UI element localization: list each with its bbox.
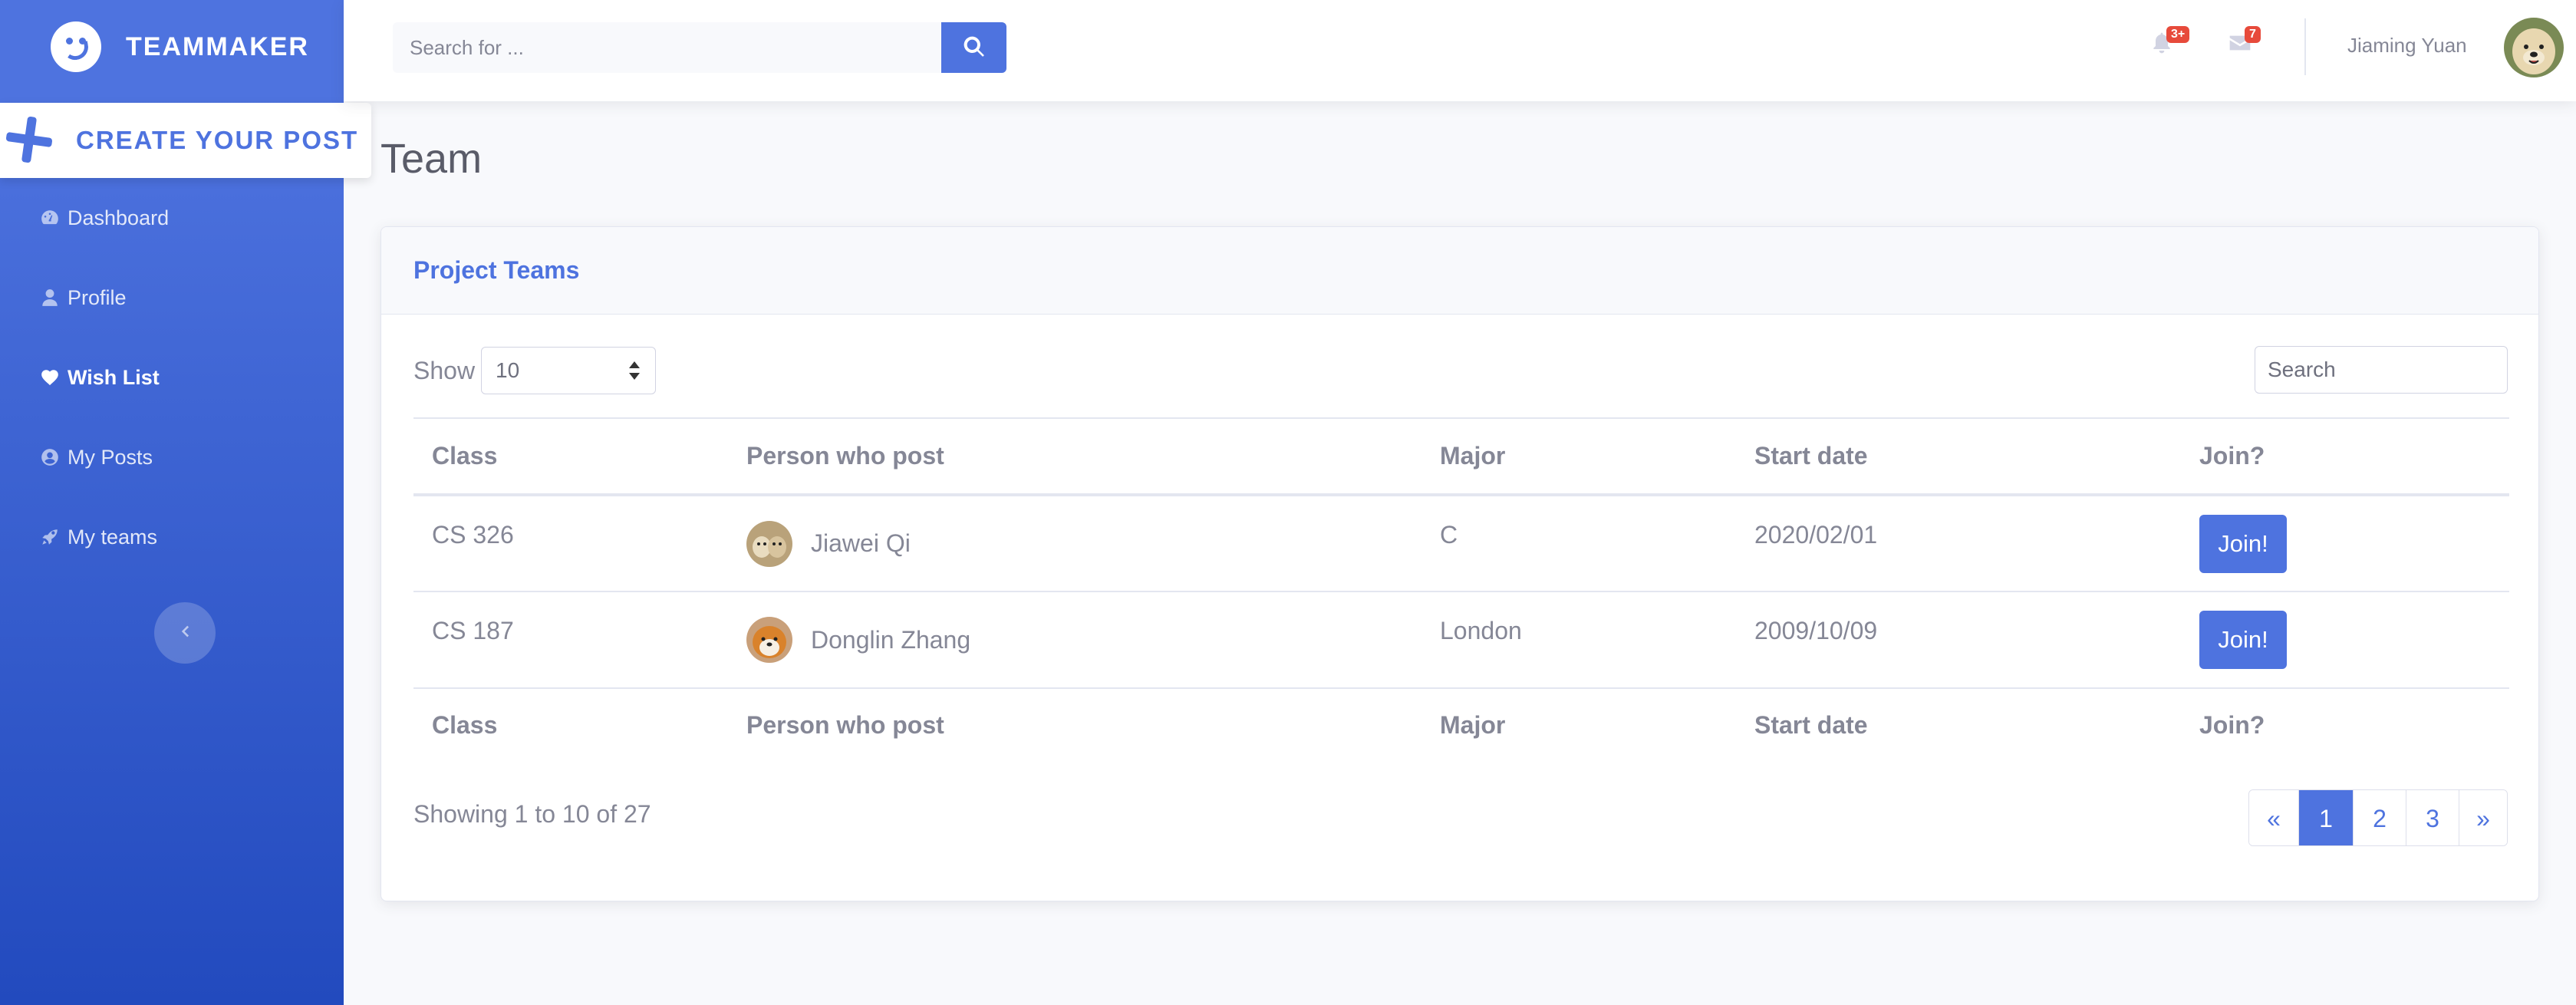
show-label: Show [413, 356, 476, 384]
brand[interactable]: TEAMMAKER [51, 21, 309, 72]
brand-logo-icon [51, 21, 101, 72]
person-info: Donglin Zhang [746, 617, 1403, 663]
chevron-left-icon [176, 623, 193, 644]
table-header-row: Class Person who post Major Start date J… [413, 417, 2509, 496]
sidebar-item-profile[interactable]: Profile [0, 258, 344, 338]
sidebar-item-label: My teams [68, 525, 158, 549]
table-search-input[interactable] [2255, 346, 2508, 394]
column-footer-start-date: Start date [1736, 687, 2181, 762]
messages-badge: 7 [2245, 26, 2261, 43]
cell-class: CS 326 [432, 521, 514, 549]
page-title: Team [380, 136, 483, 182]
rocket-icon [38, 526, 61, 549]
table-footer-row: Class Person who post Major Start date J… [413, 687, 2509, 762]
search-input[interactable] [393, 22, 941, 73]
topbar: 3+ 7 Jiaming Yuan [344, 0, 2576, 101]
sidebar-item-dashboard[interactable]: Dashboard [0, 178, 344, 258]
create-post-label: CREATE YOUR POST [76, 126, 359, 154]
column-footer-join: Join? [2181, 687, 2509, 762]
search-button[interactable] [941, 22, 1006, 73]
person-name: Jiawei Qi [811, 529, 911, 557]
card-title: Project Teams [413, 256, 580, 284]
page-size-select[interactable]: 10 [481, 347, 657, 394]
column-footer-class: Class [413, 687, 728, 762]
sidebar-item-my-teams[interactable]: My teams [0, 497, 344, 577]
user-circle-icon [38, 446, 61, 469]
user-name[interactable]: Jiaming Yuan [2347, 34, 2467, 58]
user-icon [38, 286, 61, 309]
cell-class: CS 187 [413, 591, 728, 688]
alerts-button[interactable]: 3+ [2149, 26, 2190, 61]
table-row: CS 326 Jiawei Qi C 2020/02/01 Join! [413, 495, 2509, 591]
pagination: « 1 2 3 » [2248, 789, 2508, 846]
cell-join: Join! [2181, 495, 2509, 591]
sort-arrows-icon [629, 361, 641, 380]
pagination-page-1[interactable]: 1 [2298, 790, 2353, 845]
sidebar-item-label: Dashboard [68, 206, 170, 229]
join-button[interactable]: Join! [2199, 514, 2287, 573]
table-row: CS 187 Donglin Zhang London 2009/10/09 J… [413, 591, 2509, 688]
topbar-search [393, 22, 1006, 73]
cell-major: London [1421, 591, 1736, 688]
plus-icon [6, 117, 52, 163]
cell-start-date: 2020/02/01 [1754, 521, 1878, 549]
sidebar-item-my-posts[interactable]: My Posts [0, 417, 344, 497]
search-icon [962, 35, 987, 61]
person-name: Donglin Zhang [811, 625, 971, 654]
project-teams-card: Project Teams Show 10 Class Person who p… [380, 226, 2539, 901]
pagination-prev[interactable]: « [2249, 790, 2298, 845]
create-post-button[interactable]: CREATE YOUR POST [0, 103, 371, 178]
avatar[interactable] [2504, 18, 2564, 77]
column-header-class[interactable]: Class [413, 417, 728, 496]
sidebar-item-wish-list[interactable]: Wish List [0, 338, 344, 417]
sidebar-item-label: My Posts [68, 445, 153, 469]
alerts-badge: 3+ [2166, 26, 2190, 43]
teams-table: Class Person who post Major Start date J… [413, 417, 2509, 762]
bell-icon [2149, 32, 2174, 58]
card-header: Project Teams [381, 227, 2538, 315]
column-footer-major: Major [1421, 687, 1736, 762]
person-info: Jiawei Qi [746, 520, 1403, 567]
person-avatar [746, 617, 792, 663]
cell-start-date: 2009/10/09 [1736, 591, 2181, 688]
cell-join: Join! [2181, 591, 2509, 688]
brand-name: TEAMMAKER [126, 31, 309, 61]
table-info: Showing 1 to 10 of 27 [413, 800, 651, 828]
pagination-next[interactable]: » [2459, 790, 2507, 845]
sidebar-item-label: Profile [68, 285, 127, 309]
page-size-value: 10 [496, 358, 520, 382]
column-footer-person: Person who post [728, 687, 1421, 762]
column-header-major[interactable]: Major [1421, 417, 1736, 496]
sidebar-toggle-button[interactable] [154, 602, 216, 664]
heart-icon [38, 366, 61, 389]
messages-button[interactable]: 7 [2228, 26, 2261, 61]
join-button[interactable]: Join! [2199, 611, 2287, 669]
pagination-page-2[interactable]: 2 [2353, 790, 2406, 845]
person-avatar [746, 520, 792, 567]
column-header-person[interactable]: Person who post [728, 417, 1421, 496]
tachometer-icon [38, 206, 61, 229]
sidebar: TEAMMAKER CREATE YOUR POST Dashboard Pro… [0, 0, 371, 1005]
column-header-join[interactable]: Join? [2181, 417, 2509, 496]
sidebar-nav: Dashboard Profile Wish List My Posts My … [0, 178, 344, 577]
sidebar-item-label: Wish List [68, 365, 160, 389]
page-size-control: Show 10 [413, 347, 657, 394]
cell-person: Donglin Zhang [728, 591, 1421, 688]
cell-major: C [1440, 521, 1458, 549]
envelope-icon [2228, 35, 2252, 58]
column-header-start-date[interactable]: Start date [1736, 417, 2181, 496]
pagination-page-3[interactable]: 3 [2406, 790, 2459, 845]
topbar-divider [2304, 18, 2306, 75]
cell-person: Jiawei Qi [728, 495, 1421, 591]
